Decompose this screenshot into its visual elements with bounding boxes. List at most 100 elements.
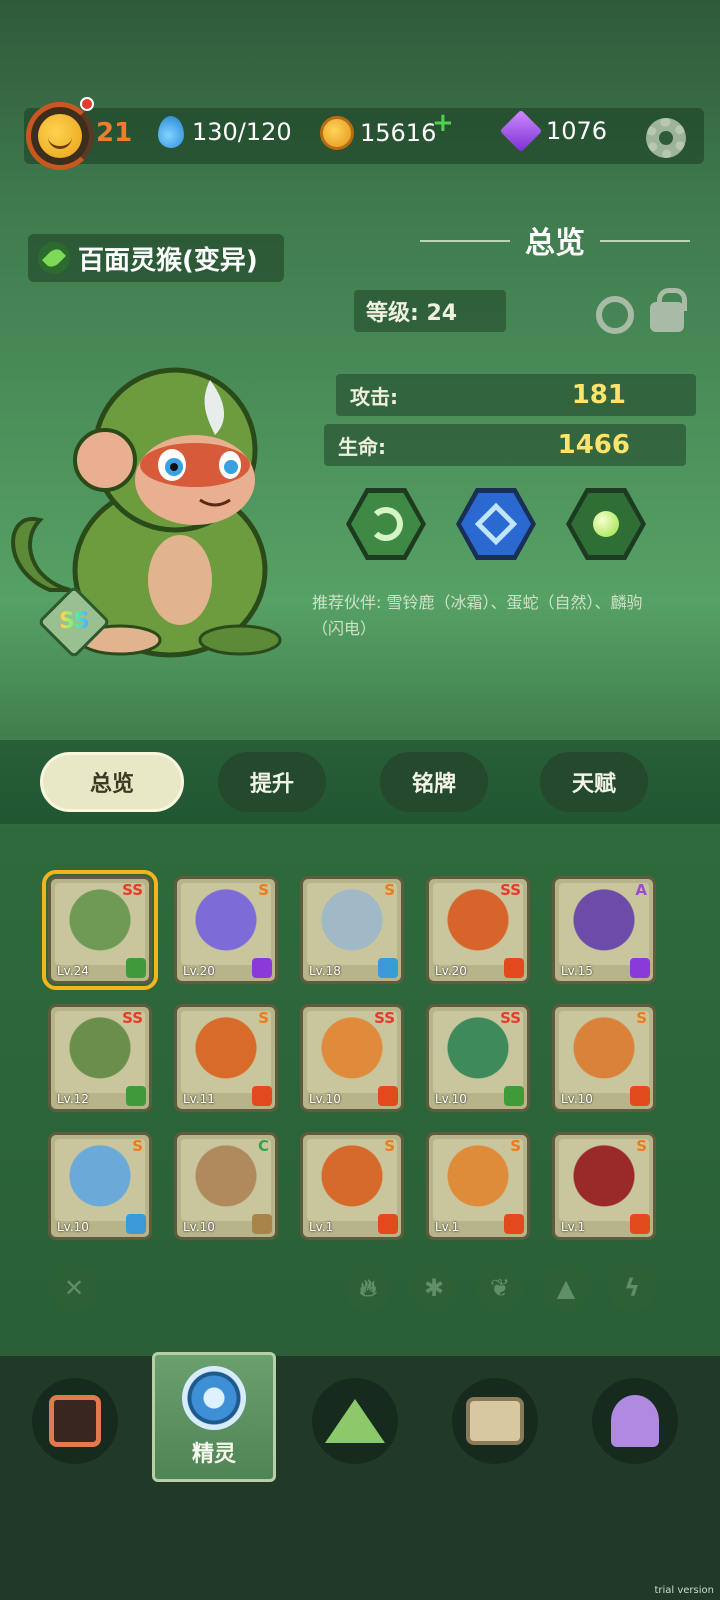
- purple-gem-icon: [499, 109, 543, 153]
- attack-value: 181: [571, 380, 626, 410]
- pet-card[interactable]: S Lv.1: [300, 1132, 404, 1240]
- skill-slot-3[interactable]: [566, 488, 646, 560]
- blue-crystal-icon: [474, 502, 518, 546]
- tab-overview[interactable]: 总览: [40, 752, 184, 812]
- hp-value: 1466: [557, 430, 630, 460]
- rank-label: SS: [51, 609, 97, 634]
- target-icon[interactable]: [596, 296, 634, 334]
- pet-card[interactable]: S Lv.20: [174, 876, 278, 984]
- pet-level: Lv.11: [183, 1092, 215, 1106]
- pet-level: Lv.20: [435, 964, 467, 978]
- pet-rank: S: [258, 881, 269, 899]
- skill-slot-2[interactable]: [456, 488, 536, 560]
- player-level: 21: [96, 118, 133, 148]
- notification-dot: [80, 97, 94, 111]
- energy-counter: 130/120: [158, 116, 292, 148]
- lightning-filter-icon[interactable]: ϟ: [608, 1264, 656, 1312]
- hp-row: 生命: 1466: [324, 424, 686, 466]
- pet-rank: S: [258, 1009, 269, 1027]
- fire-icon: [504, 1214, 524, 1234]
- pet-rank: SS: [500, 881, 521, 899]
- pet-card[interactable]: S Lv.10: [552, 1004, 656, 1112]
- pet-level: Lv.24: [57, 964, 89, 978]
- pet-card[interactable]: C Lv.10: [174, 1132, 278, 1240]
- tab-upgrade[interactable]: 提升: [218, 752, 326, 812]
- lock-icon[interactable]: [650, 288, 687, 332]
- pet-level: Lv.10: [309, 1092, 341, 1106]
- green-orb-icon: [593, 511, 619, 537]
- pet-rank: SS: [500, 1009, 521, 1027]
- fire-icon: [630, 1214, 650, 1234]
- tab-talent[interactable]: 天赋: [540, 752, 648, 812]
- pet-card[interactable]: S Lv.11: [174, 1004, 278, 1112]
- pet-name: 百面灵猴(变异): [78, 245, 258, 276]
- fire-icon: [378, 1086, 398, 1106]
- add-coins-button[interactable]: +: [432, 108, 454, 138]
- pet-card[interactable]: S Lv.1: [426, 1132, 530, 1240]
- skill-slot-1[interactable]: [346, 488, 426, 560]
- pet-level: Lv.12: [57, 1092, 89, 1106]
- mountain-icon[interactable]: [312, 1378, 398, 1464]
- pet-card[interactable]: SS Lv.20: [426, 876, 530, 984]
- level-row: 等级: 24: [354, 290, 506, 332]
- backpack-icon[interactable]: [32, 1378, 118, 1464]
- pet-card[interactable]: S Lv.10: [48, 1132, 152, 1240]
- ice-icon: [378, 958, 398, 978]
- attack-label: 攻击:: [350, 384, 398, 409]
- lightning-icon: [252, 958, 272, 978]
- pet-level: Lv.20: [183, 964, 215, 978]
- pet-rank: A: [635, 881, 647, 899]
- pet-rank: SS: [122, 1009, 143, 1027]
- pet-name-tag: 百面灵猴(变异): [28, 234, 284, 282]
- ice-filter-icon[interactable]: ✱: [410, 1264, 458, 1312]
- nature-icon: [504, 1086, 524, 1106]
- leaf-icon: [38, 242, 70, 274]
- fire-icon: [504, 958, 524, 978]
- pet-rank: C: [257, 1137, 269, 1155]
- pet-rank: S: [132, 1137, 143, 1155]
- nature-filter-icon[interactable]: ❦: [476, 1264, 524, 1312]
- earth-icon: [252, 1214, 272, 1234]
- nature-icon: [126, 1086, 146, 1106]
- pet-level: Lv.10: [183, 1220, 215, 1234]
- hp-label: 生命:: [338, 434, 386, 459]
- fire-filter-icon[interactable]: 🔥︎: [344, 1264, 392, 1312]
- earth-filter-icon[interactable]: ▲: [542, 1264, 590, 1312]
- fire-icon: [630, 1086, 650, 1106]
- pet-level: Lv.10: [435, 1092, 467, 1106]
- level-label: 等级: 24: [366, 301, 458, 326]
- fire-icon: [252, 1086, 272, 1106]
- pet-card[interactable]: SS Lv.10: [300, 1004, 404, 1112]
- clear-filter-icon[interactable]: ✕: [50, 1264, 98, 1312]
- pet-card[interactable]: SS Lv.12: [48, 1004, 152, 1112]
- lightning-icon: [630, 958, 650, 978]
- pet-rank: SS: [122, 881, 143, 899]
- chest-icon[interactable]: [452, 1378, 538, 1464]
- tab-nameplate[interactable]: 铭牌: [380, 752, 488, 812]
- pet-rank: S: [636, 1009, 647, 1027]
- player-avatar[interactable]: [26, 102, 94, 170]
- pet-level: Lv.15: [561, 964, 593, 978]
- pet-card[interactable]: SS Lv.10: [426, 1004, 530, 1112]
- pet-rank: S: [384, 881, 395, 899]
- paw-coin-icon: [320, 116, 354, 150]
- pet-rank: SS: [374, 1009, 395, 1027]
- section-title: 总览: [525, 226, 585, 261]
- pet-card[interactable]: SS Lv.24: [42, 870, 158, 990]
- pet-card[interactable]: S Lv.18: [300, 876, 404, 984]
- water-drop-icon: [158, 116, 184, 148]
- spirit-nav-label: 精灵: [191, 1442, 236, 1467]
- pet-rank: S: [636, 1137, 647, 1155]
- recommend-partners: 推荐伙伴: 雪铃鹿（冰霜）、蛋蛇（自然）、麟驹（闪电）: [312, 593, 643, 638]
- pet-card[interactable]: A Lv.15: [552, 876, 656, 984]
- pet-level: Lv.1: [561, 1220, 586, 1234]
- coin-counter: 15616: [320, 116, 436, 150]
- gear-icon[interactable]: [646, 118, 686, 158]
- pet-card[interactable]: S Lv.1: [552, 1132, 656, 1240]
- coin-value: 15616: [360, 119, 437, 147]
- nature-icon: [126, 958, 146, 978]
- map-pin-icon[interactable]: [592, 1378, 678, 1464]
- pet-rank: S: [510, 1137, 521, 1155]
- fire-icon: [378, 1214, 398, 1234]
- spirit-icon: [182, 1366, 246, 1430]
